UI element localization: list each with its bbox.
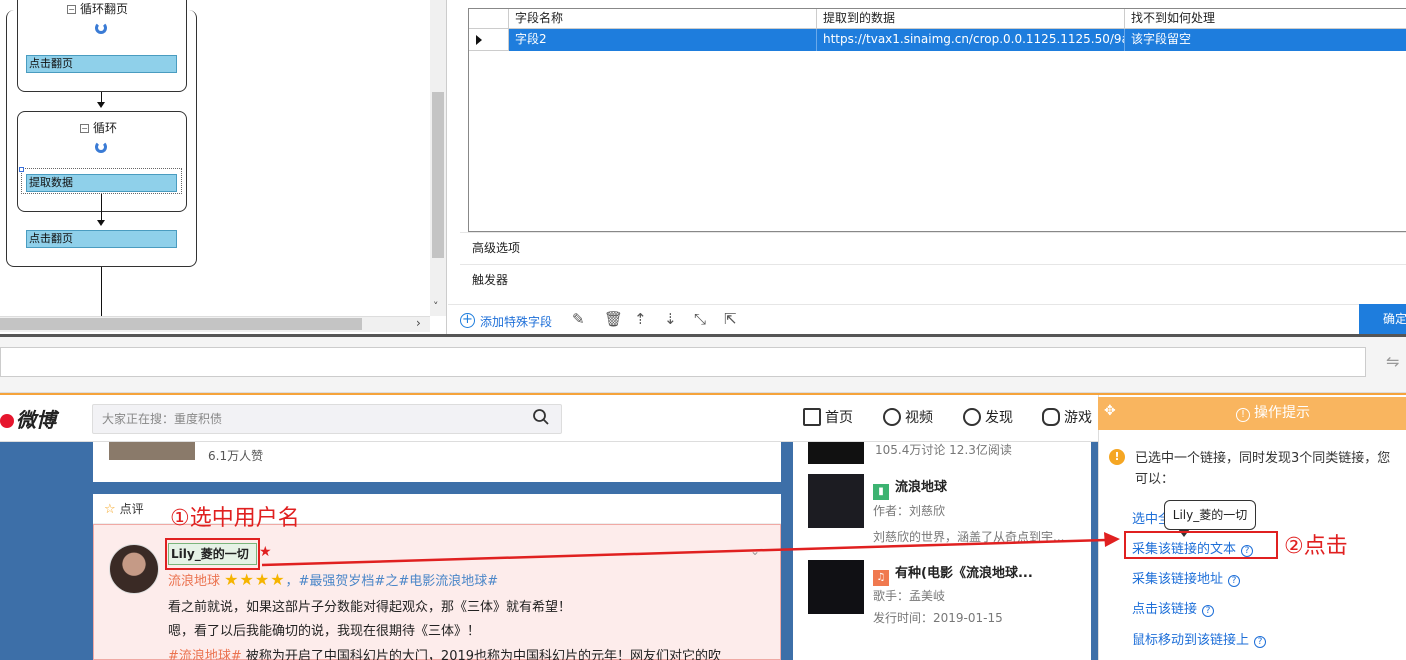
screenshot-root: − 循环翻页 点击翻页 − 循环 提取数据 点击翻页 › ˅ 字段名称 提取到的数据… bbox=[0, 0, 1406, 660]
annotation-arrow bbox=[261, 532, 1120, 567]
